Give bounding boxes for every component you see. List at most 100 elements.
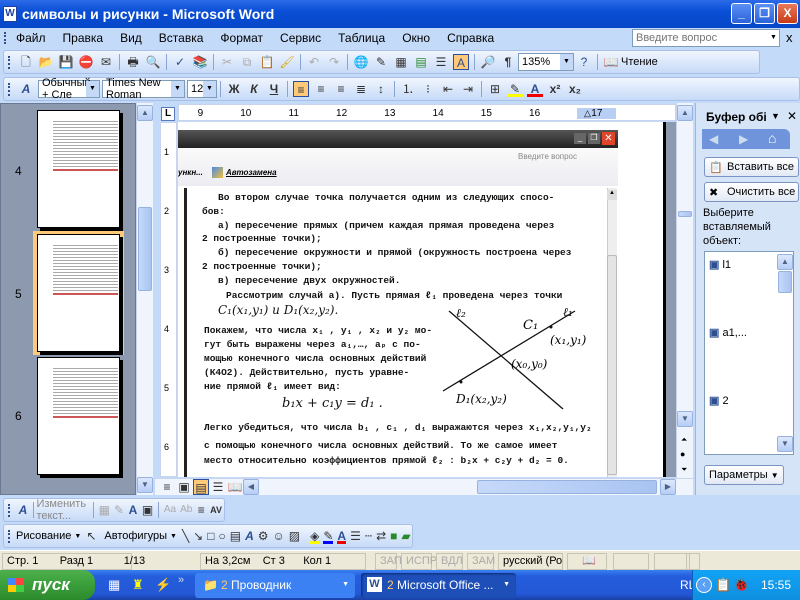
vertical-text-icon[interactable]: Ab xyxy=(180,502,192,518)
antivirus-tray-icon[interactable]: 🐞 xyxy=(733,570,749,600)
font-color-icon[interactable]: A xyxy=(337,528,347,544)
subscript-button[interactable]: x₂ xyxy=(567,81,583,97)
arrow-icon[interactable]: ↘ xyxy=(193,528,203,544)
clipboard-item[interactable]: ▣ l1 xyxy=(709,258,731,271)
right-indent-marker[interactable]: △ xyxy=(584,108,591,119)
status-trk[interactable]: ИСПР xyxy=(401,553,437,570)
align-left-icon[interactable]: ≡ xyxy=(293,81,309,97)
toolbar-grip[interactable] xyxy=(4,32,6,44)
home-icon[interactable]: ⌂ xyxy=(768,130,776,146)
redo-icon[interactable]: ↷ xyxy=(326,54,342,70)
menu-file[interactable]: Файл xyxy=(16,31,46,45)
spelling-icon[interactable]: ✓ xyxy=(172,54,188,70)
drawing-icon[interactable]: A xyxy=(453,54,469,70)
outline-view-icon[interactable]: ☰ xyxy=(210,479,226,495)
insert-table-icon[interactable]: ▦ xyxy=(393,54,409,70)
spelling-status-icon[interactable]: 📖 xyxy=(567,553,607,570)
hyperlink-icon[interactable]: 🌐 xyxy=(353,54,369,70)
columns-icon[interactable]: ☰ xyxy=(433,54,449,70)
insert-excel-icon[interactable]: ▤ xyxy=(413,54,429,70)
status-ext[interactable]: ВДЛ xyxy=(436,553,463,570)
fill-color-icon[interactable]: ◈ xyxy=(310,528,320,544)
print-layout-icon[interactable]: ▤ xyxy=(193,479,209,495)
clipboard-item[interactable]: ▣ a1,... xyxy=(709,326,747,339)
edit-text-button[interactable]: Изменить текст... xyxy=(36,498,90,522)
toolbar-grip[interactable] xyxy=(8,530,10,543)
quicklaunch-media-icon[interactable]: ▦ xyxy=(108,577,120,593)
insert-wordart-icon[interactable]: A xyxy=(245,528,254,544)
quicklaunch-app-icon[interactable]: ♜ xyxy=(132,577,144,593)
minimize-button[interactable]: _ xyxy=(731,3,752,24)
wordart-gallery-icon[interactable]: ▦ xyxy=(99,502,110,518)
scroll-thumb[interactable] xyxy=(778,271,792,293)
normal-view-icon[interactable]: ≡ xyxy=(159,479,175,495)
scroll-thumb[interactable] xyxy=(138,207,152,291)
close-button[interactable]: X xyxy=(777,3,798,24)
menu-window[interactable]: Окно xyxy=(402,31,430,45)
underline-button[interactable]: Ч xyxy=(266,81,282,97)
reading-icon[interactable]: 📖 xyxy=(603,54,619,70)
bold-button[interactable]: Ж xyxy=(226,81,242,97)
oval-icon[interactable]: ○ xyxy=(218,528,225,544)
vertical-ruler[interactable]: 1 2 3 4 5 6 xyxy=(160,122,177,477)
scroll-left-icon[interactable]: ◀ xyxy=(243,479,259,495)
menu-format[interactable]: Формат xyxy=(220,31,263,45)
insert-picture-icon[interactable]: ▨ xyxy=(289,528,300,544)
highlight-icon[interactable]: ✎ xyxy=(507,81,523,97)
document-scrollbar[interactable]: ▲ ▼ ⏶ ● ⏷ xyxy=(676,103,693,478)
tables-borders-icon[interactable]: ✎ xyxy=(373,54,389,70)
scanned-image[interactable]: _ ❐ ✕ Введите вопрос ункн... Автозамена … xyxy=(178,130,618,477)
wordart-alignment-icon[interactable]: ≡ xyxy=(196,502,206,518)
format-painter-icon[interactable]: 🖌 xyxy=(279,54,295,70)
menu-edit[interactable]: Правка xyxy=(63,31,104,45)
horizontal-ruler[interactable]: 9 10 11 12 13 14 15 16 17 △ xyxy=(178,104,676,121)
options-button[interactable]: Параметры ▼ xyxy=(704,465,784,485)
page-thumbnail-6[interactable] xyxy=(37,357,120,475)
autoshapes-button[interactable]: Автофигуры xyxy=(104,530,167,542)
toolbar-grip[interactable] xyxy=(8,83,10,96)
chevron-down-icon[interactable]: ▼ xyxy=(203,81,216,97)
scroll-thumb[interactable] xyxy=(477,480,657,494)
new-icon[interactable]: 🗋 xyxy=(18,54,34,70)
format-wordart-icon[interactable]: ✎ xyxy=(114,502,124,518)
clipboard-item[interactable]: ▣ 2 xyxy=(709,394,729,407)
menu-view[interactable]: Вид xyxy=(120,31,142,45)
open-icon[interactable]: 📂 xyxy=(38,54,54,70)
previous-page-icon[interactable]: ⏶ xyxy=(681,435,687,445)
clear-all-button[interactable]: ✖ Очистить все xyxy=(704,182,799,202)
line-spacing-icon[interactable]: ↕ xyxy=(373,81,389,97)
next-page-icon[interactable]: ⏷ xyxy=(681,465,687,475)
quicklaunch-more-icon[interactable]: » xyxy=(178,574,184,586)
clip-art-icon[interactable]: ☺ xyxy=(273,528,285,544)
back-icon[interactable]: ◀ xyxy=(709,132,718,146)
paste-all-button[interactable]: 📋 Вставить все xyxy=(704,157,799,177)
select-objects-icon[interactable]: ↖ xyxy=(86,528,96,544)
increase-indent-icon[interactable]: ⇥ xyxy=(460,81,476,97)
same-letter-heights-icon[interactable]: Aa xyxy=(164,502,176,518)
scroll-right-icon[interactable]: ▶ xyxy=(660,479,676,495)
show-hidden-icons-icon[interactable]: ‹ xyxy=(696,577,712,593)
page-thumbnail-5-selected[interactable] xyxy=(37,234,120,352)
taskbar-word[interactable]: W 2 Microsoft Office ... ▼ xyxy=(361,573,516,598)
borders-icon[interactable]: ⊞ xyxy=(487,81,503,97)
show-hide-icon[interactable]: ¶ xyxy=(500,54,516,70)
research-icon[interactable]: 📚 xyxy=(192,54,208,70)
zoom-combo[interactable]: 135% ▼ xyxy=(518,53,574,71)
email-icon[interactable]: ✉ xyxy=(98,54,114,70)
diagram-icon[interactable]: ⚙ xyxy=(258,528,269,544)
toolbar-grip[interactable] xyxy=(8,504,10,517)
status-language[interactable]: русский (Ро xyxy=(498,553,563,570)
document-page[interactable]: _ ❐ ✕ Введите вопрос ункн... Автозамена … xyxy=(178,122,676,477)
menu-help[interactable]: Справка xyxy=(447,31,494,45)
arrow-style-icon[interactable]: ⇄ xyxy=(376,528,386,544)
align-right-icon[interactable]: ≡ xyxy=(333,81,349,97)
copy-icon[interactable]: ⧉ xyxy=(239,54,255,70)
text-wrapping-icon[interactable]: ▣ xyxy=(142,502,153,518)
line-icon[interactable]: ╲ xyxy=(182,528,189,544)
clock[interactable]: 15:55 xyxy=(761,570,791,600)
dash-style-icon[interactable]: ┄ xyxy=(365,528,372,544)
decrease-indent-icon[interactable]: ⇤ xyxy=(440,81,456,97)
style-combo[interactable]: Обычный + Сле ▼ xyxy=(38,77,100,101)
font-combo[interactable]: Times New Roman ▼ xyxy=(102,77,185,101)
justify-icon[interactable]: ≣ xyxy=(353,81,369,97)
